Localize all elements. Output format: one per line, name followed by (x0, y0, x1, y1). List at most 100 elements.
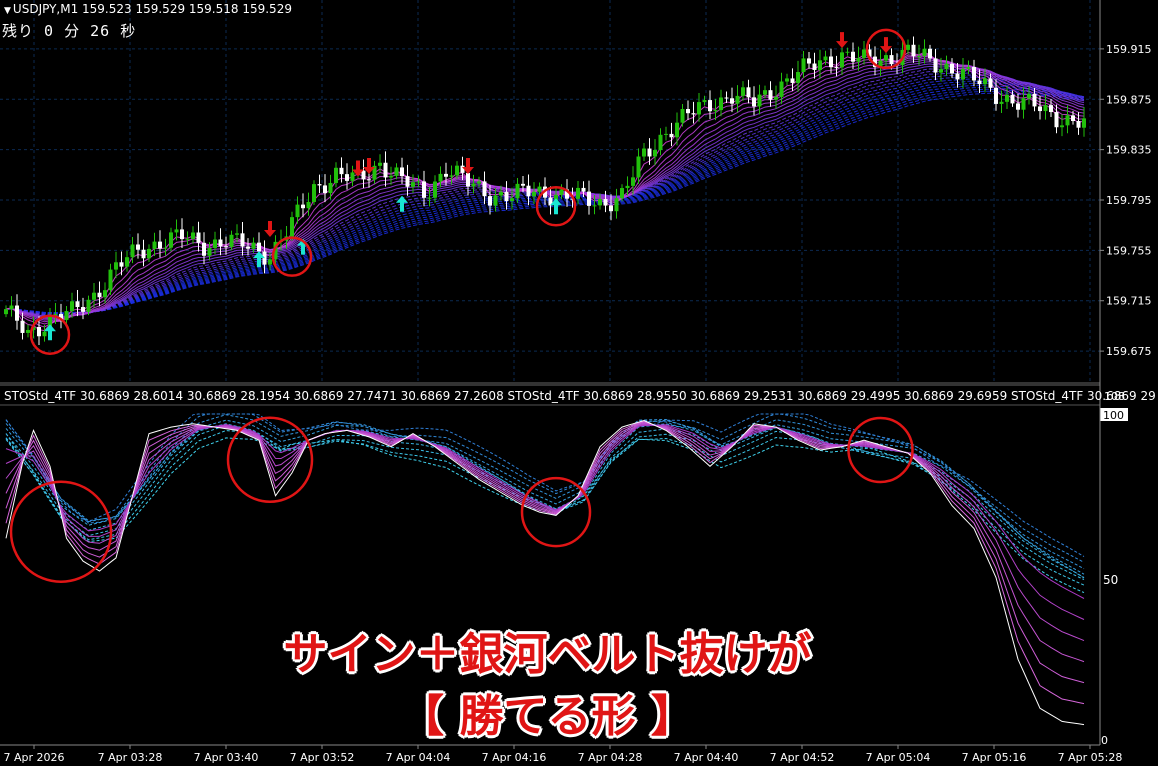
candle-body (1049, 105, 1053, 113)
candle-body (537, 186, 542, 192)
candle-body (4, 309, 8, 315)
candle-body (675, 122, 679, 138)
candle-body (609, 205, 613, 212)
candle-body (295, 204, 300, 218)
candle-body (1043, 105, 1048, 112)
candle-body (950, 63, 954, 74)
candle-body (169, 232, 173, 248)
candle-body (917, 56, 921, 58)
candle-body (658, 134, 663, 151)
candle-body (75, 301, 80, 308)
candle-body (427, 197, 432, 199)
candle-body (510, 198, 514, 202)
candle-body (323, 185, 327, 194)
candle-body (350, 172, 355, 181)
candle-body (229, 234, 234, 248)
candle-body (746, 87, 751, 98)
candle-body (235, 233, 239, 235)
candle-body (988, 78, 993, 88)
candle-body (422, 181, 426, 198)
candle-body (730, 98, 734, 104)
candle-body (306, 201, 311, 209)
candle-body (92, 292, 96, 300)
time-tick-label: 7 Apr 05:28 (1058, 751, 1123, 764)
candle-body (592, 205, 597, 207)
candle-body (691, 113, 696, 115)
candle-body (801, 58, 806, 73)
candle-body (180, 229, 184, 240)
candle-body (708, 100, 712, 112)
candle-body (741, 87, 745, 96)
candle-body (103, 290, 107, 298)
candle-body (328, 182, 333, 194)
candle-body (884, 55, 888, 61)
candle-body (499, 191, 503, 196)
candle-body (218, 239, 223, 247)
candle-body (999, 101, 1004, 104)
candle-body (108, 269, 113, 291)
candle-body (972, 67, 976, 81)
candle-body (97, 292, 102, 298)
bar-timer: 残り 0 分 26 秒 (2, 22, 137, 40)
candle-body (911, 44, 916, 57)
candle-body (680, 109, 685, 123)
candle-body (763, 90, 767, 95)
candle-body (713, 110, 718, 112)
candle-body (125, 257, 129, 267)
candle-body (977, 80, 982, 85)
candle-body (829, 56, 833, 68)
candle-body (37, 327, 41, 337)
candle-body (581, 187, 586, 192)
candle-body (119, 262, 124, 267)
candle-body (400, 167, 404, 177)
candle-body (81, 307, 85, 312)
candle-body (906, 44, 910, 50)
candle-body (389, 175, 393, 178)
candle-body (191, 232, 195, 239)
candle-body (251, 242, 256, 249)
candle-body (26, 329, 30, 333)
time-tick-label: 7 Apr 05:04 (866, 751, 931, 764)
candle-body (20, 320, 25, 333)
candle-body (785, 78, 789, 82)
candle-body (697, 102, 701, 115)
candle-body (471, 183, 476, 187)
candle-body (823, 56, 828, 61)
candle-body (966, 67, 971, 69)
candle-body (664, 133, 668, 135)
candle-body (152, 241, 157, 249)
candle-body (603, 199, 608, 206)
symbol-header: ▼ USDJPY,M1 159.523 159.529 159.518 159.5… (4, 2, 292, 16)
candle-body (889, 55, 894, 65)
candle-body (257, 242, 261, 252)
candle-body (1027, 93, 1031, 99)
candle-body (477, 181, 481, 184)
candle-body (790, 78, 795, 83)
candle-body (1054, 112, 1059, 128)
collapse-triangle-icon[interactable]: ▼ (4, 6, 11, 16)
candle-body (312, 184, 316, 202)
candle-body (818, 60, 822, 70)
candle-body (130, 244, 135, 258)
candle-body (185, 238, 190, 240)
candle-body (845, 51, 850, 53)
candle-body (994, 87, 998, 104)
candle-body (114, 262, 118, 270)
time-tick-label: 7 Apr 03:52 (290, 751, 355, 764)
candle-body (625, 185, 630, 189)
price-tick-label: 159.795 (1106, 194, 1152, 207)
price-tick-label: 159.875 (1106, 93, 1152, 106)
candle-body (207, 247, 212, 256)
price-tick-label: 159.755 (1106, 244, 1152, 257)
candle-body (405, 176, 410, 187)
candle-body (163, 247, 168, 249)
candle-body (1065, 115, 1070, 126)
time-tick-label: 7 Apr 03:40 (194, 751, 259, 764)
candle-body (812, 63, 817, 70)
candle-body (752, 97, 756, 107)
candle-body (735, 95, 740, 104)
candle-body (515, 183, 520, 199)
candle-body (834, 67, 839, 69)
candle-body (647, 148, 652, 157)
candle-body (224, 246, 228, 248)
